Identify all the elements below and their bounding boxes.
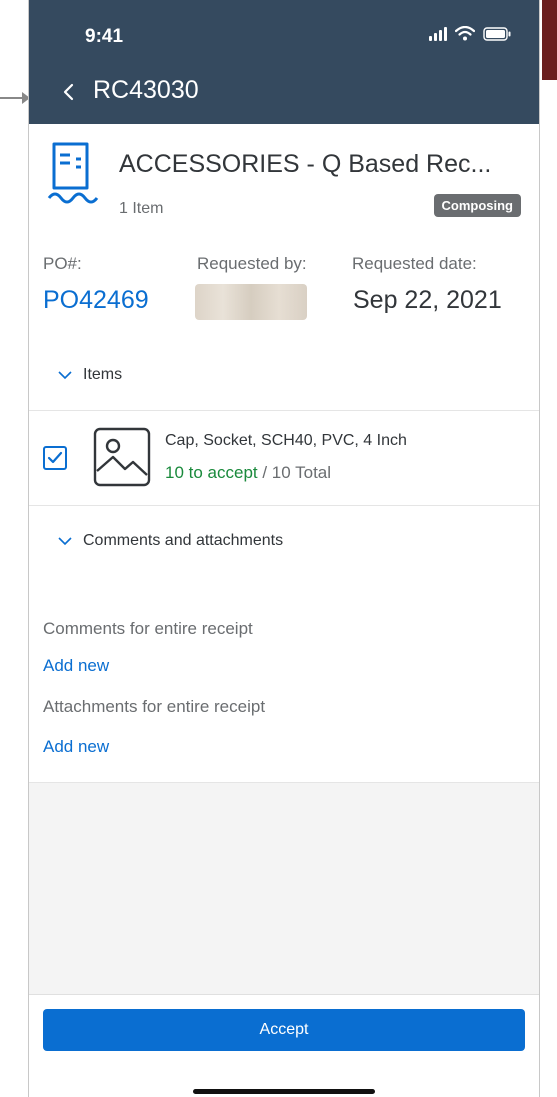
requester-redacted	[195, 284, 307, 320]
checkmark-icon	[47, 451, 63, 464]
items-section-label: Items	[83, 366, 123, 383]
comments-label: Comments for entire receipt	[43, 619, 253, 638]
comments-section-toggle[interactable]: Comments and attachments	[29, 516, 539, 566]
requested-date-value: Sep 22, 2021	[353, 286, 502, 314]
empty-content-area	[29, 782, 539, 994]
item-name: Cap, Socket, SCH40, PVC, 4 Inch	[165, 432, 407, 449]
item-total: / 10 Total	[257, 463, 332, 482]
po-number-link[interactable]: PO42469	[43, 286, 149, 315]
item-count: 1 Item	[119, 200, 164, 217]
add-comment-link[interactable]: Add new	[43, 656, 109, 676]
status-badge: Composing	[433, 194, 521, 217]
battery-icon	[483, 26, 511, 41]
item-to-accept: 10 to accept	[165, 463, 258, 482]
po-label: PO#:	[43, 254, 82, 273]
status-time: 9:41	[85, 26, 124, 47]
footer-toolbar: Accept	[29, 994, 539, 1097]
chevron-down-icon	[58, 371, 72, 380]
signal-icon	[429, 26, 447, 41]
receipt-title: ACCESSORIES - Q Based Rec...	[119, 150, 492, 178]
add-attachment-link[interactable]: Add new	[43, 737, 109, 757]
image-placeholder-icon	[93, 427, 151, 487]
back-button[interactable]	[53, 76, 83, 108]
app-header: 9:41 RC43030	[29, 0, 539, 124]
chevron-left-icon	[63, 83, 74, 101]
arrow-right-icon	[0, 92, 30, 104]
item-checkbox[interactable]	[43, 446, 67, 470]
wifi-icon	[455, 26, 475, 41]
list-item[interactable]: Cap, Socket, SCH40, PVC, 4 Inch 10 to ac…	[29, 411, 539, 505]
divider	[29, 505, 539, 506]
requested-date-label: Requested date:	[352, 254, 477, 273]
phone-screen: 9:41 RC43030 ACCESSORIES - Q Based Rec..…	[28, 0, 540, 1097]
home-indicator	[193, 1089, 375, 1094]
chevron-down-icon	[58, 537, 72, 546]
attachments-label: Attachments for entire receipt	[43, 697, 266, 716]
receipt-icon	[47, 142, 99, 204]
requested-by-label: Requested by:	[197, 254, 307, 273]
page-title: RC43030	[93, 76, 199, 104]
comments-section-label: Comments and attachments	[83, 532, 284, 549]
status-icons	[429, 26, 511, 41]
item-quantity: 10 to accept / 10 Total	[165, 463, 331, 483]
accept-button[interactable]: Accept	[43, 1009, 525, 1051]
items-section-toggle[interactable]: Items	[29, 350, 539, 400]
